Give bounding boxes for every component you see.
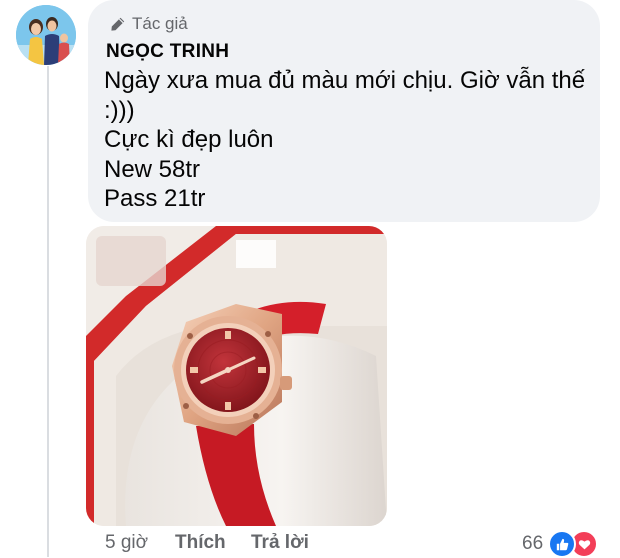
author-name[interactable]: NGỌC TRINH <box>106 41 229 63</box>
comment-line: Pass 21tr <box>104 185 206 212</box>
attachment-photo[interactable] <box>86 226 387 526</box>
avatar-image <box>16 5 76 65</box>
like-icon <box>548 530 577 558</box>
watch-photo <box>86 226 387 526</box>
comment-timestamp[interactable]: 5 giờ <box>105 532 175 554</box>
like-button[interactable]: Thích <box>175 532 251 554</box>
thread-line <box>47 66 49 557</box>
reply-button[interactable]: Trả lời <box>251 532 309 554</box>
pencil-icon <box>111 17 125 31</box>
comment-actions: 5 giờ Thích Trả lời <box>105 532 309 554</box>
author-badge: Tác giả <box>110 14 188 34</box>
comment-line: New 58tr <box>104 155 201 183</box>
comment-line: Ngày xưa mua đủ màu mới chịu. Giờ vẫn th… <box>104 67 586 94</box>
avatar[interactable] <box>16 5 76 65</box>
comment-line: Cực kì đẹp luôn <box>104 126 274 153</box>
comment-bubble: Tác giả NGỌC TRINH Ngày xưa mua đủ màu m… <box>88 0 600 222</box>
reaction-count: 66 <box>522 533 544 554</box>
comment-text: Ngày xưa mua đủ màu mới chịu. Giờ vẫn th… <box>104 66 594 214</box>
author-badge-label: Tác giả <box>132 14 188 33</box>
comment-line: :))) <box>104 96 135 124</box>
reactions-summary[interactable]: 66 <box>522 530 599 558</box>
